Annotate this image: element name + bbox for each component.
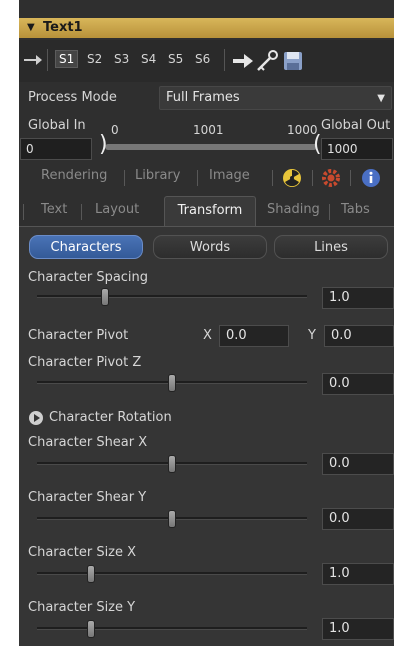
tab-tabs[interactable]: Tabs: [341, 202, 370, 217]
toolbar: S1 S2 S3 S4 S5 S6: [19, 40, 394, 82]
dropdown-arrow-icon: ▼: [377, 93, 385, 104]
inspector-panel: ▼ Text1 S1 S2 S3 S4 S5 S6 Process Mode F…: [19, 0, 394, 646]
tab-transform-label: Transform: [177, 203, 243, 218]
tab-library[interactable]: Library: [135, 168, 180, 183]
char-size-x-slider[interactable]: [37, 572, 307, 575]
tool-header[interactable]: ▼ Text1: [19, 18, 394, 38]
tab-text[interactable]: Text: [41, 202, 67, 217]
char-shear-x-label: Character Shear X: [28, 435, 148, 450]
tab-image[interactable]: Image: [209, 168, 250, 183]
tab-layout[interactable]: Layout: [95, 202, 139, 217]
char-pivot-z-value[interactable]: 0.0: [322, 373, 394, 395]
char-spacing-value[interactable]: 1.0: [322, 287, 394, 309]
segment-characters[interactable]: Characters: [29, 235, 143, 259]
char-pivot-label: Character Pivot: [28, 328, 129, 343]
segment-words[interactable]: Words: [153, 235, 267, 259]
tab-divider: [23, 204, 24, 220]
tab-divider: [350, 170, 351, 186]
slot-s5[interactable]: S5: [168, 52, 183, 66]
char-size-x-value[interactable]: 1.0: [322, 563, 394, 585]
range-slider-track[interactable]: [105, 144, 317, 150]
char-pivot-y-field[interactable]: 0.0: [324, 325, 394, 347]
tab-divider: [272, 170, 273, 186]
save-icon[interactable]: [281, 49, 305, 73]
process-mode-dropdown[interactable]: Full Frames ▼: [159, 86, 392, 110]
char-shear-x-value[interactable]: 0.0: [322, 453, 394, 475]
toolbar-divider: [224, 49, 225, 71]
tab-divider: [312, 170, 313, 186]
char-spacing-slider[interactable]: [37, 295, 307, 298]
slot-s2[interactable]: S2: [87, 52, 102, 66]
slot-s4[interactable]: S4: [141, 52, 156, 66]
arrow-right-icon[interactable]: [231, 49, 255, 73]
key-icon[interactable]: [255, 49, 279, 73]
segment-lines[interactable]: Lines: [274, 235, 388, 259]
char-spacing-label: Character Spacing: [28, 270, 149, 285]
char-shear-x-knob[interactable]: [168, 455, 176, 473]
gear-icon[interactable]: [321, 168, 341, 188]
char-shear-y-knob[interactable]: [168, 510, 176, 528]
radioactive-icon[interactable]: [282, 168, 302, 188]
pin-icon[interactable]: [24, 52, 42, 68]
tab-divider: [81, 204, 82, 220]
collapse-triangle-icon[interactable]: ▼: [27, 22, 35, 33]
slot-s6[interactable]: S6: [195, 52, 210, 66]
tab-divider: [329, 204, 330, 220]
char-spacing-knob[interactable]: [100, 288, 109, 306]
process-mode-value: Full Frames: [166, 90, 240, 105]
expand-arrow-icon[interactable]: [29, 411, 43, 425]
char-size-x-knob[interactable]: [87, 565, 95, 583]
tab-divider: [124, 170, 125, 186]
char-size-y-slider[interactable]: [37, 627, 307, 630]
tab-shading[interactable]: Shading: [267, 202, 320, 217]
tab-rendering[interactable]: Rendering: [41, 168, 107, 183]
global-out-label: Global Out: [321, 118, 391, 133]
slot-s1[interactable]: S1: [55, 50, 79, 68]
char-pivot-z-knob[interactable]: [168, 374, 176, 392]
char-size-x-label: Character Size X: [28, 545, 137, 560]
slot-s3[interactable]: S3: [114, 52, 129, 66]
char-pivot-x-field[interactable]: 0.0: [219, 325, 289, 347]
char-size-y-value[interactable]: 1.0: [322, 618, 394, 640]
range-in-handle[interactable]: ): [99, 134, 108, 156]
range-mid-tick: 1001: [193, 123, 224, 137]
toolbar-divider: [47, 49, 48, 71]
char-size-y-knob[interactable]: [87, 620, 95, 638]
global-out-field[interactable]: 1000: [321, 138, 393, 160]
tab-divider: [197, 170, 198, 186]
global-in-label: Global In: [28, 118, 86, 133]
char-pivot-z-label: Character Pivot Z: [28, 355, 142, 370]
range-in-tick: 0: [111, 123, 119, 137]
info-icon[interactable]: [361, 168, 381, 188]
char-pivot-y-label: Y: [308, 328, 316, 343]
char-pivot-x-label: X: [203, 328, 212, 343]
tool-title: Text1: [43, 20, 83, 35]
char-shear-y-label: Character Shear Y: [28, 490, 147, 505]
char-shear-y-value[interactable]: 0.0: [322, 508, 394, 530]
process-mode-label: Process Mode: [28, 90, 117, 105]
global-in-field[interactable]: 0: [20, 138, 92, 160]
global-range-control: Global In 0 1001 1000 Global Out 0 ) ( 1…: [19, 118, 394, 162]
char-rotation-label[interactable]: Character Rotation: [49, 410, 172, 425]
char-size-y-label: Character Size Y: [28, 600, 136, 615]
tab-transform[interactable]: Transform: [164, 196, 256, 226]
